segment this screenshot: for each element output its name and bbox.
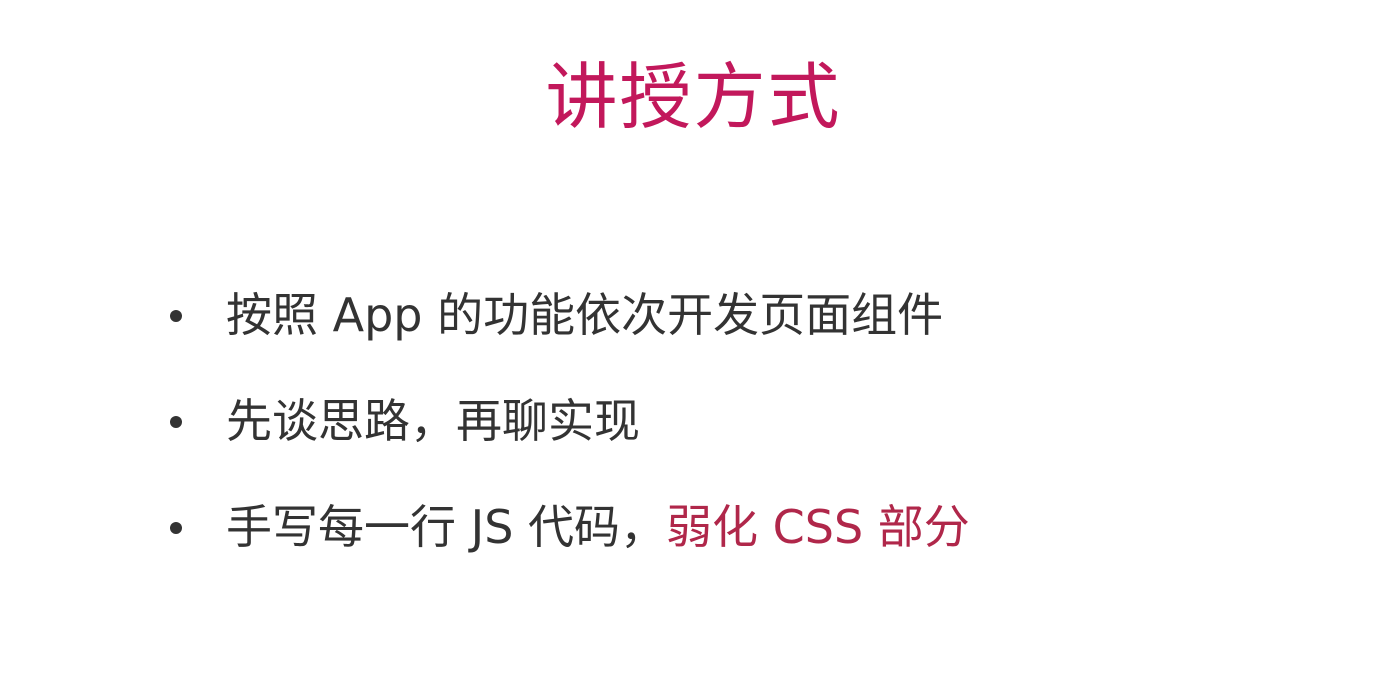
slide-title: 讲授方式 xyxy=(545,55,842,139)
bullet-text: 手写每一行 JS 代码，弱化 CSS 部分 xyxy=(226,492,970,562)
bullet-text: 按照 App 的功能依次开发页面组件 xyxy=(226,288,944,342)
bullet-text-highlight: 弱化 CSS 部分 xyxy=(666,500,970,554)
bullet-text: 先谈思路，再聊实现 xyxy=(226,394,640,448)
bullet-dot-icon xyxy=(170,310,182,322)
bullet-dot-icon xyxy=(170,416,182,428)
bullet-text-plain: 手写每一行 JS 代码， xyxy=(226,500,667,554)
bullet-item-3: 手写每一行 JS 代码，弱化 CSS 部分 xyxy=(170,492,970,598)
bullet-item-2: 先谈思路，再聊实现 xyxy=(170,386,970,492)
bullet-list: 按照 App 的功能依次开发页面组件 先谈思路，再聊实现 手写每一行 JS 代码… xyxy=(170,280,970,598)
bullet-item-1: 按照 App 的功能依次开发页面组件 xyxy=(170,280,970,386)
bullet-dot-icon xyxy=(170,522,182,534)
slide: 讲授方式 按照 App 的功能依次开发页面组件 先谈思路，再聊实现 手写每一行 … xyxy=(0,0,1387,690)
